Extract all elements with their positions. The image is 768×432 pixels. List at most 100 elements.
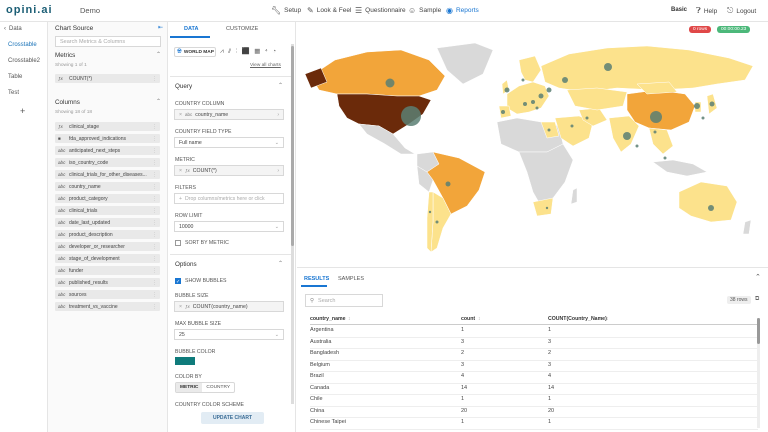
drag-handle-icon[interactable]: ⋮ <box>152 136 157 142</box>
table-row-divider <box>310 394 758 395</box>
column-name: funder <box>69 267 84 274</box>
collapse-icon[interactable]: ⇤ <box>158 24 163 31</box>
drag-handle-icon[interactable]: ⋮ <box>152 220 157 226</box>
tab-customize[interactable]: CUSTOMIZE <box>226 26 258 32</box>
tab-data[interactable]: DATA <box>184 26 198 32</box>
color-by-metric-option[interactable]: METRIC <box>176 383 203 392</box>
tab-samples[interactable]: SAMPLES <box>338 276 364 282</box>
nav-item-crosstable[interactable]: Crosstable <box>8 42 37 48</box>
close-icon[interactable]: × <box>179 304 182 310</box>
metric-field[interactable]: × ƒx COUNT(*) › <box>174 165 284 176</box>
close-icon[interactable]: × <box>179 112 182 118</box>
column-header-country-name[interactable]: country_name <box>310 316 345 322</box>
nav-item-table[interactable]: Table <box>8 74 22 80</box>
drag-handle-icon[interactable]: ⋮ <box>152 172 157 178</box>
drag-handle-icon[interactable]: ⋮ <box>152 304 157 310</box>
close-icon[interactable]: × <box>179 168 182 174</box>
column-item[interactable]: abc clinical_trials_for_other_diseases...… <box>55 170 160 179</box>
chevron-right-icon: › <box>277 111 279 118</box>
nav-sample[interactable]: ☺ Sample <box>408 6 441 15</box>
column-item[interactable]: abc treatment_vs_vaccine ⋮ <box>55 302 160 311</box>
drag-handle-icon[interactable]: ⋮ <box>152 196 157 202</box>
sort-icon[interactable]: ↕ <box>606 316 609 322</box>
drag-handle-icon[interactable]: ⋮ <box>152 148 157 154</box>
column-item[interactable]: abc developer_or_researcher ⋮ <box>55 242 160 251</box>
nav-questionnaire[interactable]: ☰ Questionnaire <box>355 6 406 15</box>
country-column-field[interactable]: × abc country_name › <box>174 109 284 120</box>
drag-handle-icon[interactable]: ⋮ <box>152 292 157 298</box>
sort-icon[interactable]: ↕ <box>478 316 481 322</box>
chart-type-icons[interactable]: ⩘⫽⦙⬛▦⁴◔ <box>220 47 281 56</box>
bubble-size-field[interactable]: × ƒx COUNT(country_name) <box>174 301 284 312</box>
chevron-up-icon[interactable]: ⌃ <box>278 82 283 89</box>
drag-handle-icon[interactable]: ⋮ <box>152 76 157 82</box>
column-type-icon: abc <box>58 220 66 225</box>
column-item[interactable]: abc iso_country_code ⋮ <box>55 158 160 167</box>
update-chart-button[interactable]: UPDATE CHART <box>201 412 264 424</box>
nav-look-feel[interactable]: ✎ Look & Feel <box>307 6 351 15</box>
table-cell: 1 <box>548 419 552 425</box>
drag-handle-icon[interactable]: ⋮ <box>152 280 157 286</box>
tab-results[interactable]: RESULTS <box>304 276 329 282</box>
globe-icon: 🌐︎ <box>177 48 182 55</box>
drag-handle-icon[interactable]: ⋮ <box>152 124 157 130</box>
drag-handle-icon[interactable]: ⋮ <box>152 244 157 250</box>
column-item[interactable]: abc sources ⋮ <box>55 290 160 299</box>
metric-item[interactable]: ƒx COUNT(*) ⋮ <box>55 74 160 83</box>
chevron-up-icon[interactable]: ⌃ <box>156 98 161 105</box>
column-item[interactable]: abc funder ⋮ <box>55 266 160 275</box>
copy-icon[interactable]: ⧉ <box>755 296 759 303</box>
column-item[interactable]: abc published_results ⋮ <box>55 278 160 287</box>
drag-handle-icon[interactable]: ⋮ <box>152 160 157 166</box>
column-item[interactable]: abc anticipated_next_steps ⋮ <box>55 146 160 155</box>
chart-type-selector[interactable]: 🌐︎ WORLD MAP <box>174 47 216 57</box>
chevron-up-icon[interactable]: ⌃ <box>755 273 761 281</box>
table-row-divider <box>310 371 758 372</box>
view-all-charts-link[interactable]: View all charts <box>250 63 281 68</box>
sort-by-metric-checkbox[interactable]: SORT BY METRIC <box>175 240 229 246</box>
column-header-count-country[interactable]: COUNT(Country_Name) <box>548 316 607 322</box>
nav-item-data[interactable]: ‹ Data <box>4 26 22 32</box>
map-country-new-zealand <box>742 219 752 235</box>
column-item[interactable]: abc stage_of_development ⋮ <box>55 254 160 263</box>
source-search-input[interactable]: Search Metrics & Columns <box>55 36 161 47</box>
app-logo[interactable]: opini.ai <box>6 4 53 16</box>
chevron-up-icon[interactable]: ⌃ <box>278 260 283 267</box>
row-limit-select[interactable]: 10000 ⌄ <box>174 221 284 232</box>
map-country-greenland <box>436 42 494 85</box>
column-item[interactable]: ■ fda_approved_indications ⋮ <box>55 134 160 143</box>
chevron-up-icon[interactable]: ⌃ <box>156 51 161 58</box>
add-report-button[interactable]: + <box>20 106 25 116</box>
column-item[interactable]: abc country_name ⋮ <box>55 182 160 191</box>
column-item[interactable]: abc clinical_trials ⋮ <box>55 206 160 215</box>
results-search-input[interactable]: ⚲ Search <box>305 294 383 307</box>
column-item[interactable]: abc product_description ⋮ <box>55 230 160 239</box>
sort-icon[interactable]: ↕ <box>348 316 351 322</box>
show-bubbles-checkbox[interactable]: ✓ SHOW BUBBLES <box>175 278 227 285</box>
max-bubble-size-select[interactable]: 25 ⌄ <box>174 329 284 340</box>
drag-handle-icon[interactable]: ⋮ <box>152 268 157 274</box>
nav-setup[interactable]: 🔧︎ Setup <box>271 6 301 15</box>
help-link[interactable]: ❓︎ Help <box>696 6 717 16</box>
column-item[interactable]: abc date_last_updated ⋮ <box>55 218 160 227</box>
nav-reports[interactable]: ◉ Reports <box>446 6 479 15</box>
map-bubble <box>401 106 421 126</box>
map-bubble <box>546 87 552 93</box>
filters-drop-zone[interactable]: + Drop columns/metrics here or click <box>174 193 284 204</box>
scrollbar-thumb[interactable] <box>291 46 294 246</box>
nav-item-test[interactable]: Test <box>8 90 19 96</box>
column-header-count[interactable]: count <box>461 316 475 322</box>
drag-handle-icon[interactable]: ⋮ <box>152 184 157 190</box>
bubble-color-swatch[interactable] <box>175 357 195 365</box>
table-cell: 3 <box>548 338 552 345</box>
logout-link[interactable]: ⎋ Logout <box>727 6 756 16</box>
drag-handle-icon[interactable]: ⋮ <box>152 256 157 262</box>
nav-item-crosstable2[interactable]: Crosstable2 <box>8 58 40 64</box>
column-item[interactable]: abc product_category ⋮ <box>55 194 160 203</box>
column-item[interactable]: ƒx clinical_stage ⋮ <box>55 122 160 131</box>
color-by-country-option[interactable]: COUNTRY <box>202 383 234 392</box>
country-field-type-select[interactable]: Full name ⌄ <box>174 137 284 148</box>
drag-handle-icon[interactable]: ⋮ <box>152 208 157 214</box>
drag-handle-icon[interactable]: ⋮ <box>152 232 157 238</box>
results-scrollbar-thumb[interactable] <box>757 318 760 344</box>
